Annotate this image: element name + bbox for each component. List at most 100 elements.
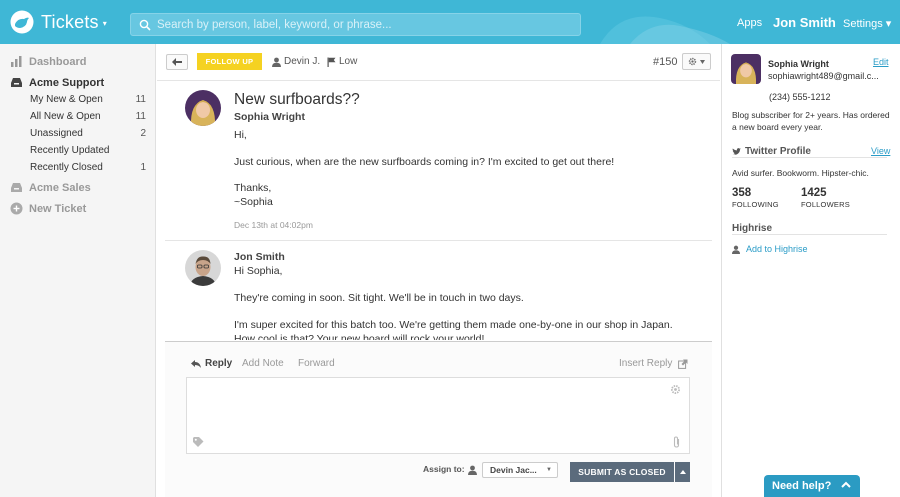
tab-reply[interactable]: Reply (191, 358, 232, 369)
customer-email[interactable]: sophiawright489@gmail.c... (768, 71, 898, 81)
submit-as-closed-button[interactable]: SUBMIT AS CLOSED (570, 462, 674, 482)
add-to-highrise-link[interactable]: Add to Highrise (732, 244, 808, 254)
sidebar-item-count: 11 (135, 94, 146, 105)
chevron-up-icon (841, 481, 851, 488)
search-bar (130, 13, 581, 36)
twitter-bird-icon (732, 147, 741, 155)
customer-name: Sophia Wright (768, 59, 829, 69)
reply-composer: Reply Add Note Forward Insert Reply Assi… (165, 342, 712, 497)
customer-bio-line: Blog subscriber for 2+ years. Has ordere… (732, 110, 890, 120)
inbox-icon (11, 78, 22, 87)
sidebar: Dashboard Acme Support My New & Open 11 … (0, 44, 156, 497)
message-line: Thanks, (234, 182, 272, 194)
customer-bio-line: a new board every year. (732, 122, 823, 132)
flag-icon (327, 57, 336, 67)
submit-options-button[interactable] (675, 462, 690, 482)
twitter-following-label: FOLLOWING (732, 200, 779, 209)
nav-settings[interactable]: Settings ▾ (843, 17, 891, 30)
agent-avatar (185, 250, 221, 286)
need-help-button[interactable]: Need help? (764, 475, 860, 497)
sidebar-item-dashboard[interactable]: Dashboard (10, 55, 86, 68)
nav-apps[interactable]: Apps (737, 17, 762, 29)
inbox-icon (11, 183, 22, 192)
caret-up-icon (679, 470, 686, 474)
message-line: They're coming in soon. Sit tight. We'll… (234, 292, 524, 304)
gear-icon[interactable] (670, 384, 681, 395)
follow-up-button[interactable]: FOLLOW UP (197, 53, 262, 70)
sidebar-item-recently-updated[interactable]: Recently Updated (30, 145, 146, 156)
sidebar-item-label: Recently Updated (30, 145, 110, 156)
caret-down-icon (700, 59, 705, 64)
message-author[interactable]: Jon Smith (234, 251, 285, 263)
tab-forward[interactable]: Forward (298, 358, 335, 369)
assignee-name: Devin J. (284, 56, 321, 67)
twitter-followers-count: 1425 (801, 187, 827, 199)
reply-textarea[interactable] (186, 377, 690, 454)
ticket-subject: New surfboards?? (234, 91, 360, 108)
sidebar-item-count: 1 (140, 162, 146, 173)
need-help-label: Need help? (772, 480, 832, 492)
edit-customer-link[interactable]: Edit (873, 57, 889, 67)
assign-dropdown-value: Devin Jac... (490, 465, 537, 475)
message-line: ~Sophia (234, 196, 273, 208)
tab-label: Reply (205, 358, 233, 369)
view-twitter-link[interactable]: View (871, 146, 890, 156)
highrise-heading: Highrise (732, 223, 773, 234)
assignee-meta[interactable]: Devin J. (272, 56, 320, 67)
sidebar-item-new-ticket[interactable]: New Ticket (10, 202, 86, 215)
sidebar-group-label: Acme Support (29, 76, 105, 89)
priority-label: Low (339, 56, 358, 67)
assign-dropdown[interactable]: Devin Jac... ▼ (482, 462, 558, 478)
ticket-main: FOLLOW UP Devin J. Low #150 New surfboar… (157, 44, 720, 497)
message-author[interactable]: Sophia Wright (234, 111, 305, 123)
arrow-left-icon (172, 58, 182, 66)
add-to-highrise-label: Add to Highrise (746, 244, 808, 254)
customer-avatar (731, 54, 761, 84)
sidebar-item-all-new-open[interactable]: All New & Open 11 (30, 111, 146, 122)
bird-logo-icon (10, 10, 34, 34)
assign-label: Assign to: (423, 464, 465, 474)
person-icon (468, 465, 477, 475)
tab-add-note[interactable]: Add Note (242, 358, 284, 369)
twitter-followers-label: FOLLOWERS (801, 200, 850, 209)
sidebar-group-acme-support[interactable]: Acme Support (10, 76, 104, 89)
app-brand[interactable]: Tickets ▾ (10, 10, 107, 34)
twitter-profile-title: Twitter Profile (745, 146, 811, 157)
customer-panel: Sophia Wright Edit sophiawright489@gmail… (721, 44, 900, 497)
insert-reply-button[interactable]: Insert Reply (619, 358, 688, 369)
message-line: Just curious, when are the new surfboard… (234, 156, 615, 168)
message-line: I'm super excited for this batch too. We… (234, 319, 673, 331)
sidebar-item-label: All New & Open (30, 111, 101, 122)
bar-chart-icon (11, 56, 22, 67)
message-line: Hi Sophia, (234, 265, 283, 277)
message-line: How cool is that? Your new board will ro… (234, 333, 485, 340)
ticket-toolbar: FOLLOW UP Devin J. Low #150 (157, 44, 720, 81)
chevron-down-icon: ▾ (102, 19, 107, 28)
search-input[interactable] (157, 18, 577, 31)
customer-avatar (185, 90, 221, 126)
sidebar-group-label: Acme Sales (29, 181, 91, 194)
sidebar-item-label: Recently Closed (30, 162, 103, 173)
person-icon (732, 245, 740, 254)
sidebar-item-count: 11 (135, 111, 146, 122)
sidebar-item-recently-closed[interactable]: Recently Closed 1 (30, 162, 146, 173)
sidebar-item-label: Dashboard (29, 55, 87, 68)
sidebar-item-count: 2 (140, 128, 146, 139)
person-icon (272, 57, 281, 67)
twitter-following-count: 358 (732, 187, 752, 199)
paperclip-icon[interactable] (672, 436, 681, 448)
gear-icon (688, 57, 697, 66)
sidebar-group-acme-sales[interactable]: Acme Sales (10, 181, 91, 194)
current-user-name[interactable]: Jon Smith (773, 15, 836, 30)
sidebar-item-unassigned[interactable]: Unassigned 2 (30, 128, 146, 139)
sidebar-item-label: Unassigned (30, 128, 83, 139)
tag-icon[interactable] (193, 437, 204, 447)
section-divider (732, 234, 887, 235)
customer-phone: (234) 555-1212 (769, 92, 831, 102)
ticket-settings-button[interactable] (682, 53, 711, 70)
priority-meta[interactable]: Low (327, 56, 357, 67)
reply-arrow-icon (191, 359, 201, 368)
sidebar-item-my-new-open[interactable]: My New & Open 11 (30, 94, 146, 105)
plus-circle-icon (10, 202, 23, 215)
back-button[interactable] (166, 54, 188, 70)
